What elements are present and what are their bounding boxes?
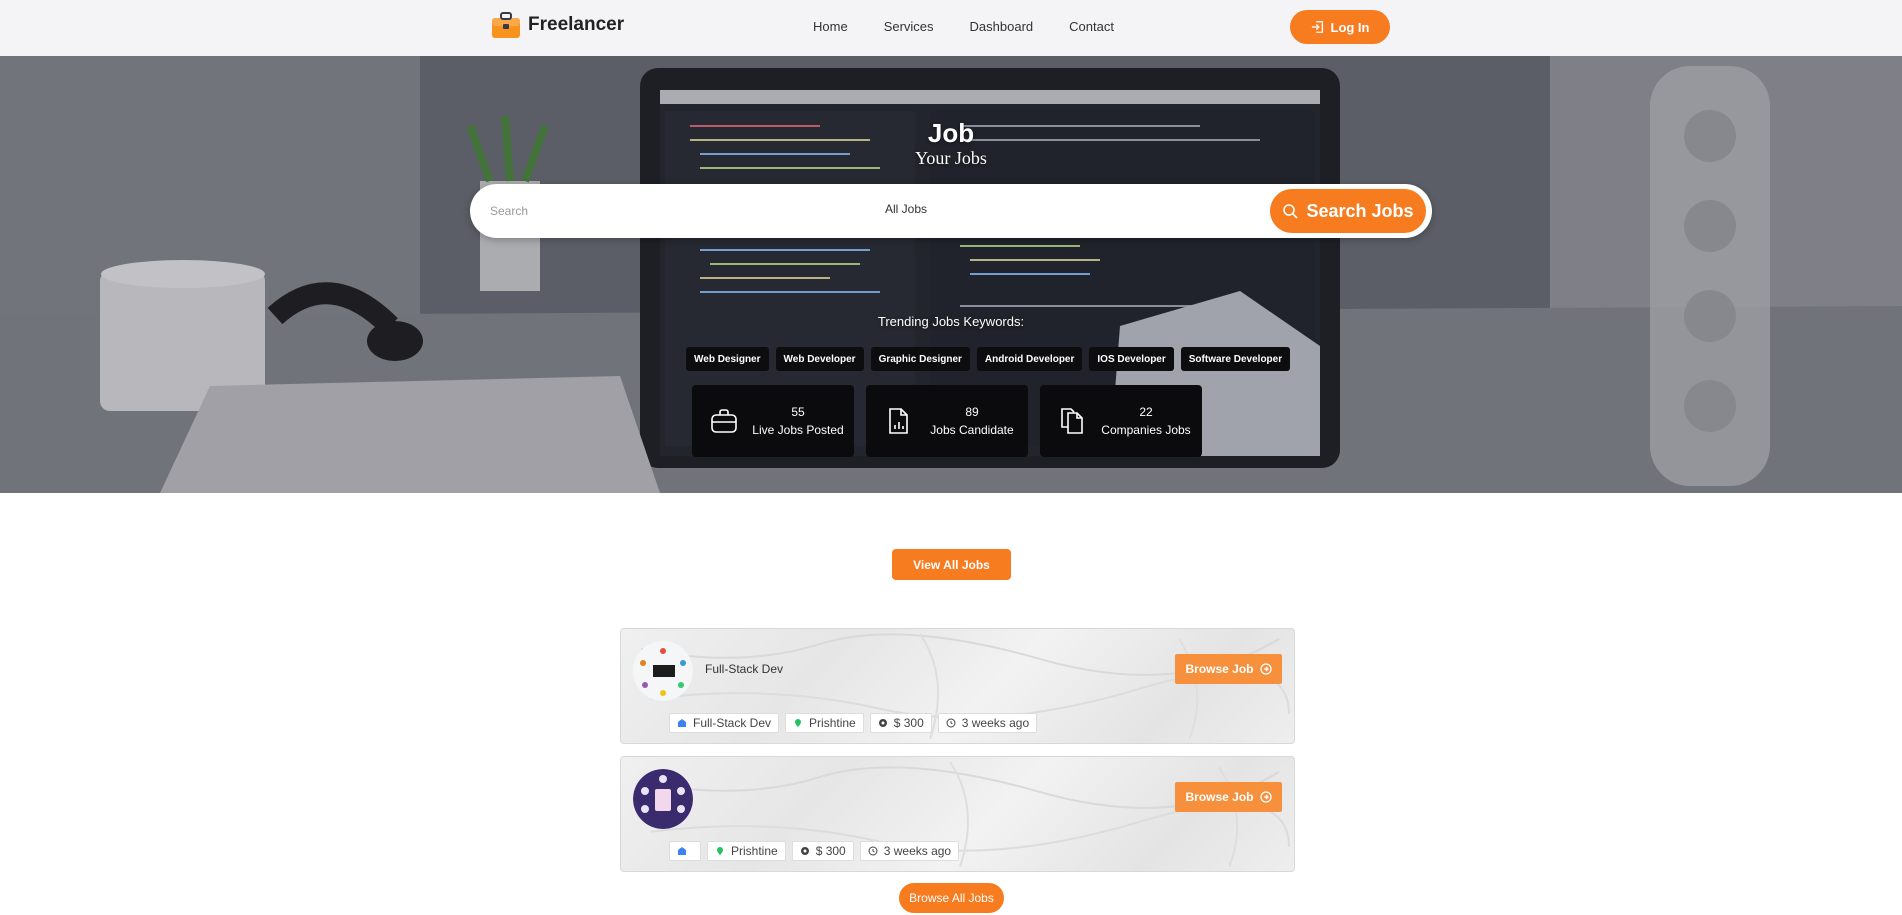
hero-title: Job <box>927 118 975 148</box>
nav-link-services[interactable]: Services <box>884 19 934 34</box>
tag-ios-developer[interactable]: IOS Developer <box>1089 347 1174 371</box>
trending-label: Trending Jobs Keywords: <box>877 314 1025 329</box>
job-card: Full-Stack Dev Browse Job Full-Stack Dev… <box>620 628 1295 744</box>
job-location: Prishtine <box>785 713 864 733</box>
document-chart-icon <box>889 408 908 434</box>
search-input[interactable] <box>490 198 850 224</box>
stat-number: 22 <box>1139 405 1153 419</box>
browse-job-button[interactable]: Browse Job <box>1175 654 1282 684</box>
stat-label: Jobs Candidate <box>930 423 1014 437</box>
building-icon <box>678 847 686 855</box>
stat-companies: 22 Companies Jobs <box>1040 385 1202 457</box>
trending-tags: Web Designer Web Developer Graphic Desig… <box>686 347 1291 371</box>
stat-label: Live Jobs Posted <box>752 423 844 437</box>
search-jobs-label: Search Jobs <box>1306 200 1414 221</box>
tag-android-developer[interactable]: Android Developer <box>976 347 1083 371</box>
login-button[interactable]: Log In <box>1290 10 1390 44</box>
brand-logo[interactable]: Freelancer <box>490 10 624 40</box>
copy-documents-icon <box>1061 408 1083 434</box>
stat-live-jobs: 55 Live Jobs Posted <box>692 385 854 457</box>
stat-candidates: 89 Jobs Candidate <box>866 385 1028 457</box>
tag-web-designer[interactable]: Web Designer <box>686 347 769 371</box>
money-icon <box>878 719 887 727</box>
tag-web-developer[interactable]: Web Developer <box>775 347 864 371</box>
clock-icon <box>946 718 956 728</box>
job-category: Full-Stack Dev <box>669 713 780 733</box>
job-posted: 3 weeks ago <box>937 713 1038 733</box>
arrow-circle-right-icon <box>1259 791 1272 803</box>
browse-job-label: Browse Job <box>1185 662 1254 676</box>
nav-link-dashboard[interactable]: Dashboard <box>970 19 1034 34</box>
tag-software-developer[interactable]: Software Developer <box>1180 347 1291 371</box>
stat-number: 55 <box>791 405 805 419</box>
money-icon <box>800 847 809 855</box>
job-category <box>669 841 701 861</box>
location-icon <box>717 847 723 855</box>
job-posted: 3 weeks ago <box>859 841 960 861</box>
building-icon <box>678 719 686 727</box>
nav-link-contact[interactable]: Contact <box>1069 19 1114 34</box>
hero-subtitle: Your Jobs <box>915 148 987 168</box>
company-logo <box>633 641 693 701</box>
brand-name: Freelancer <box>528 14 625 35</box>
location-icon <box>795 719 802 727</box>
browse-job-button[interactable]: Browse Job <box>1175 782 1282 812</box>
job-title: Full-Stack Dev <box>705 662 784 676</box>
arrow-circle-right-icon <box>1259 663 1272 675</box>
briefcase-icon <box>711 409 737 433</box>
hero-banner: Job Your Jobs All Jobs Search Jobs Trend… <box>0 56 1902 493</box>
clock-icon <box>868 846 878 856</box>
search-icon <box>1283 204 1299 219</box>
search-bar: All Jobs Search Jobs <box>470 184 1432 238</box>
job-salary: $ 300 <box>869 713 932 733</box>
tag-graphic-designer[interactable]: Graphic Designer <box>870 347 970 371</box>
stat-label: Companies Jobs <box>1101 423 1191 437</box>
job-meta: Full-Stack Dev Prishtine $ 300 3 weeks a… <box>669 713 1038 733</box>
briefcase-icon <box>492 12 520 38</box>
search-jobs-button[interactable]: Search Jobs <box>1270 189 1426 233</box>
stat-number: 89 <box>965 405 979 419</box>
company-logo <box>633 769 693 829</box>
job-card: Browse Job Prishtine $ 300 3 weeks ago <box>620 756 1295 872</box>
stats-row: 55 Live Jobs Posted 89 Jobs Candidate 22… <box>692 385 1202 457</box>
job-meta: Prishtine $ 300 3 weeks ago <box>669 841 960 861</box>
job-location: Prishtine <box>707 841 786 861</box>
nav-links: Home Services Dashboard Contact <box>813 19 1150 34</box>
view-all-jobs-button[interactable]: View All Jobs <box>892 549 1011 580</box>
login-label: Log In <box>1330 19 1370 35</box>
login-icon <box>1311 21 1323 33</box>
navbar: Freelancer Home Services Dashboard Conta… <box>0 0 1902 56</box>
nav-link-home[interactable]: Home <box>813 19 848 34</box>
browse-all-jobs-button[interactable]: Browse All Jobs <box>899 883 1004 913</box>
category-select[interactable]: All Jobs <box>885 202 927 216</box>
browse-job-label: Browse Job <box>1185 790 1254 804</box>
job-salary: $ 300 <box>791 841 854 861</box>
